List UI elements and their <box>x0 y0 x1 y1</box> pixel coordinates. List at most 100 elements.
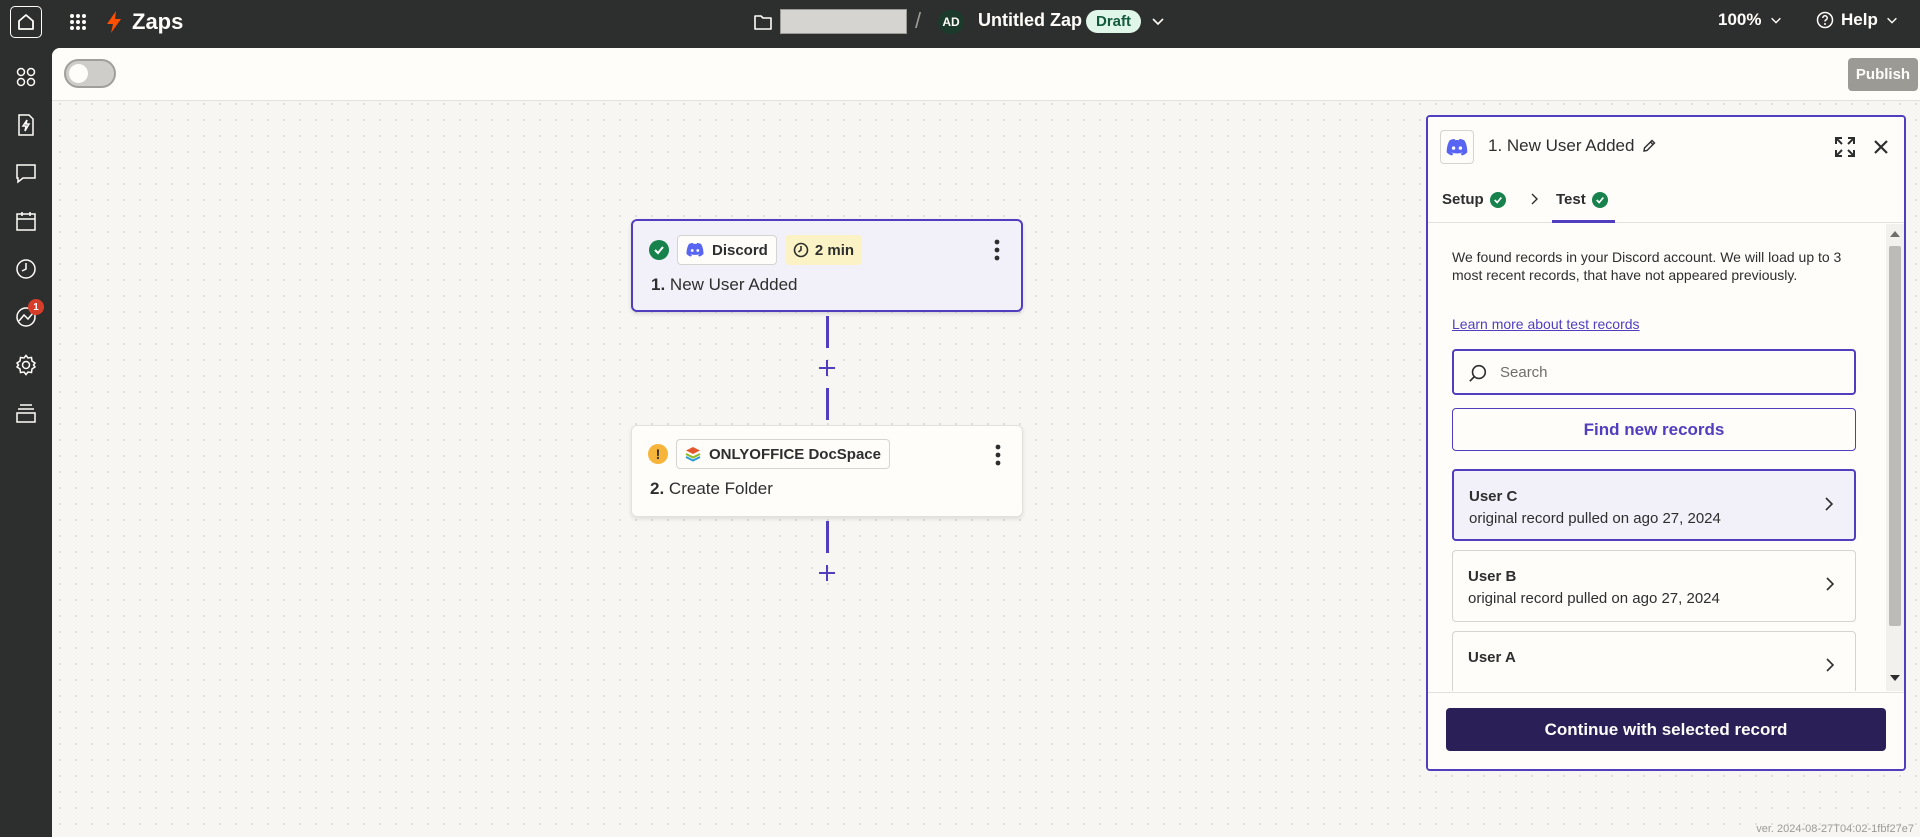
app-chip-onlyoffice[interactable]: ONLYOFFICE DocSpace <box>676 439 890 469</box>
panel-title[interactable]: 1. New User Added <box>1488 136 1656 156</box>
scroll-down-arrow-icon <box>1890 675 1900 681</box>
record-name: User A <box>1468 649 1516 666</box>
continue-with-selected-record-button[interactable]: Continue with selected record <box>1446 708 1886 751</box>
scroll-up-arrow-icon <box>1890 231 1900 237</box>
sidebar-item-zaps[interactable] <box>12 111 40 139</box>
folder-icon <box>754 15 772 30</box>
lightning-icon <box>107 11 121 33</box>
chevron-down-icon <box>1771 17 1782 24</box>
add-step-button[interactable] <box>816 562 838 584</box>
sidebar-item-tables[interactable] <box>12 207 40 235</box>
breadcrumb-separator: / <box>915 8 922 33</box>
expand-panel-button[interactable] <box>1834 136 1856 158</box>
zoom-level: 100% <box>1718 10 1762 29</box>
sidebar-item-interfaces[interactable] <box>12 159 40 187</box>
warning-icon: ! <box>648 444 668 464</box>
sidebar-item-apps[interactable] <box>12 63 40 91</box>
folder-button[interactable] <box>752 11 774 33</box>
step-name: Create Folder <box>668 479 773 498</box>
tab-separator-chevron <box>1528 191 1542 212</box>
step-title: 2. Create Folder <box>650 479 773 499</box>
status-badge: Draft <box>1086 10 1142 33</box>
folder-name-field[interactable] <box>780 9 907 34</box>
zap-on-off-toggle[interactable] <box>64 59 116 88</box>
panel-body: We found records in your Discord account… <box>1428 224 1886 691</box>
step-connector <box>826 316 829 348</box>
help-dropdown[interactable]: Help <box>1816 10 1899 30</box>
left-sidebar: 1 <box>0 43 52 837</box>
search-input[interactable] <box>1500 363 1840 381</box>
tab-label: Setup <box>1442 191 1484 208</box>
step-card-trigger[interactable]: Discord 2 min 1. New User Added <box>631 219 1023 312</box>
home-button[interactable] <box>10 6 42 38</box>
app-name: ONLYOFFICE DocSpace <box>709 445 881 463</box>
chevron-right-icon <box>1826 577 1835 591</box>
apps-menu-button[interactable] <box>66 10 90 34</box>
layers-icon <box>16 404 36 423</box>
app-name: Discord <box>712 241 768 259</box>
step-title: 1. New User Added <box>651 275 798 295</box>
record-item[interactable]: User C original record pulled on ago 27,… <box>1452 469 1856 541</box>
step-connector <box>826 521 829 553</box>
add-step-button[interactable] <box>816 357 838 379</box>
record-subtitle: original record pulled on ago 27, 2024 <box>1468 590 1720 607</box>
sidebar-item-history[interactable] <box>12 255 40 283</box>
panel-footer: Continue with selected record <box>1428 692 1904 769</box>
apps-icon <box>16 67 36 87</box>
tab-setup[interactable]: Setup <box>1442 191 1506 208</box>
zap-menu-chevron[interactable] <box>1150 13 1166 29</box>
step-details-panel: 1. New User Added Setup Test We found re… <box>1426 115 1906 771</box>
sidebar-item-settings[interactable] <box>12 351 40 379</box>
chevron-right-icon <box>1531 193 1538 205</box>
onlyoffice-icon <box>685 447 701 462</box>
clock-icon <box>16 259 36 279</box>
avatar[interactable]: AD <box>938 10 964 34</box>
learn-more-link[interactable]: Learn more about test records <box>1452 316 1640 332</box>
step-connector <box>826 388 829 420</box>
plus-icon <box>819 360 835 376</box>
chevron-right-icon <box>1825 497 1834 511</box>
step-menu-button[interactable] <box>987 237 1007 263</box>
close-icon <box>1874 140 1888 154</box>
calendar-icon <box>16 212 36 231</box>
step-menu-button[interactable] <box>988 442 1008 468</box>
success-check-icon <box>1591 191 1608 208</box>
panel-scrollbar[interactable] <box>1886 224 1904 691</box>
panel-app-icon <box>1440 130 1474 164</box>
top-bar: Zaps / AD Untitled Zap Draft 100% Help <box>0 0 1920 43</box>
panel-header: 1. New User Added <box>1428 117 1904 177</box>
find-new-records-button[interactable]: Find new records <box>1452 408 1856 451</box>
zaps-logo-link[interactable]: Zaps <box>106 9 183 35</box>
version-label: ver. 2024-08-27T04:02-1fbf27e7 <box>1756 823 1914 835</box>
active-tab-indicator <box>1552 220 1615 223</box>
timer-icon <box>793 242 809 258</box>
home-icon <box>18 14 34 30</box>
step-card-action[interactable]: ! ONLYOFFICE DocSpace 2. Create Folder <box>631 425 1023 517</box>
discord-icon <box>1446 138 1468 155</box>
record-name: User B <box>1468 568 1517 585</box>
record-item[interactable]: User A <box>1452 631 1856 691</box>
tab-test[interactable]: Test <box>1556 191 1608 208</box>
help-label: Help <box>1841 10 1878 29</box>
chevron-down-icon <box>1886 17 1897 24</box>
close-panel-button[interactable] <box>1870 136 1892 158</box>
record-search[interactable] <box>1452 349 1856 395</box>
zap-name[interactable]: Untitled Zap <box>978 10 1082 31</box>
notification-badge: 1 <box>28 299 44 315</box>
gear-icon <box>15 354 37 376</box>
more-vertical-icon <box>995 444 1001 466</box>
panel-tabs: Setup Test <box>1428 177 1904 223</box>
zoom-dropdown[interactable]: 100% <box>1718 10 1783 30</box>
step-name: New User Added <box>669 275 798 294</box>
sidebar-item-archive[interactable] <box>12 399 40 427</box>
panel-title-text: 1. New User Added <box>1488 136 1635 155</box>
help-icon <box>1816 11 1834 29</box>
tab-label: Test <box>1556 191 1586 208</box>
scrollbar-thumb[interactable] <box>1889 246 1901 626</box>
app-chip-discord[interactable]: Discord <box>677 235 777 265</box>
zap-file-icon <box>18 114 34 136</box>
step-number: 1. <box>651 275 666 294</box>
publish-button[interactable]: Publish <box>1848 58 1918 91</box>
step-number: 2. <box>650 479 665 498</box>
record-item[interactable]: User B original record pulled on ago 27,… <box>1452 550 1856 622</box>
